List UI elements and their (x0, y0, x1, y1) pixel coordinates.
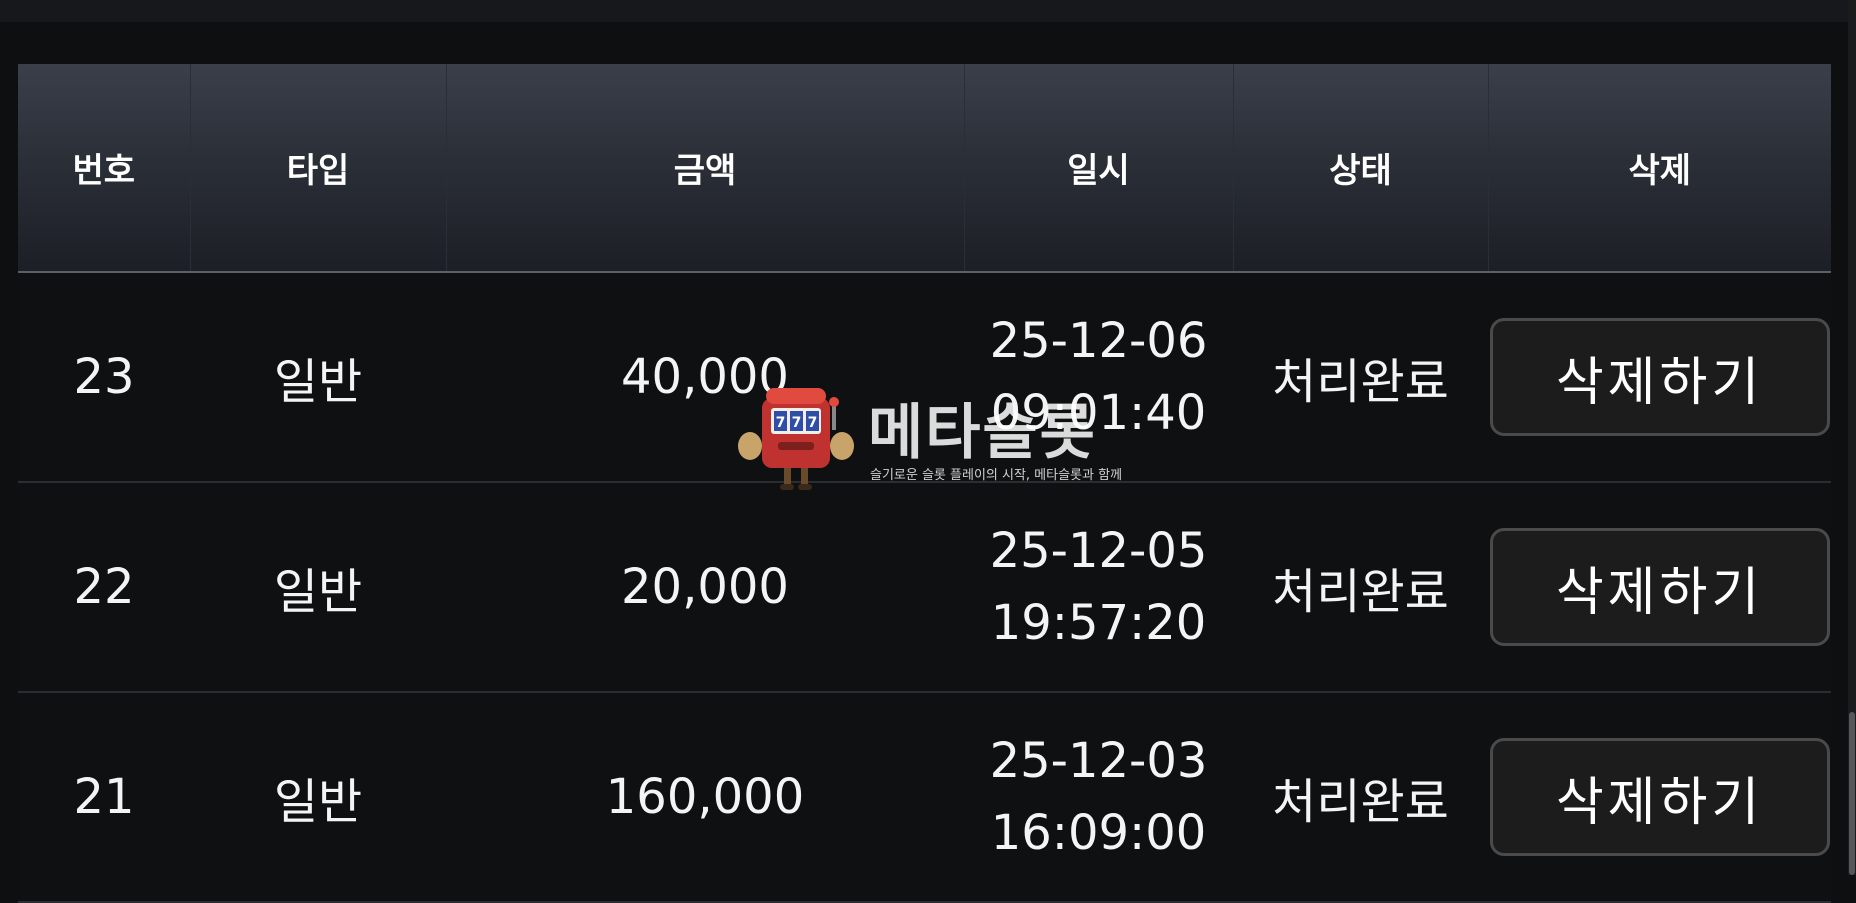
row-date: 25-12-06 (989, 313, 1208, 369)
history-table: 번호 타입 금액 일시 상태 삭제 23 일반 40,000 25-12-06 … (18, 64, 1831, 903)
row-datetime: 25-12-05 19:57:20 (964, 482, 1233, 693)
top-bar (0, 0, 1856, 22)
row-amount: 40,000 (446, 272, 964, 483)
table-row: 22 일반 20,000 25-12-05 19:57:20 처리완료 삭제하기 (18, 482, 1831, 693)
row-type: 일반 (190, 692, 446, 903)
row-delete-cell: 삭제하기 (1488, 272, 1831, 483)
delete-button[interactable]: 삭제하기 (1489, 318, 1830, 436)
row-delete-cell: 삭제하기 (1488, 692, 1831, 903)
row-datetime: 25-12-03 16:09:00 (964, 692, 1233, 903)
row-status: 처리완료 (1233, 482, 1488, 693)
row-date: 25-12-03 (989, 733, 1208, 789)
row-amount: 20,000 (446, 482, 964, 693)
table-header-row: 번호 타입 금액 일시 상태 삭제 (18, 64, 1831, 273)
header-number: 번호 (18, 64, 191, 273)
row-number: 22 (18, 482, 190, 693)
delete-button[interactable]: 삭제하기 (1489, 738, 1830, 856)
row-delete-cell: 삭제하기 (1488, 482, 1831, 693)
header-type: 타입 (190, 64, 447, 273)
scrollbar-thumb[interactable] (1849, 712, 1855, 875)
row-status: 처리완료 (1233, 692, 1488, 903)
row-amount: 160,000 (446, 692, 964, 903)
row-type: 일반 (190, 482, 446, 693)
row-time: 09:01:40 (990, 385, 1207, 441)
history-table-container: 번호 타입 금액 일시 상태 삭제 23 일반 40,000 25-12-06 … (18, 64, 1831, 903)
row-type: 일반 (190, 272, 446, 483)
header-delete: 삭제 (1488, 64, 1831, 273)
row-status: 처리완료 (1233, 272, 1488, 483)
row-time: 16:09:00 (990, 805, 1207, 861)
vertical-scrollbar[interactable] (1848, 0, 1856, 875)
header-status: 상태 (1233, 64, 1489, 273)
row-time: 19:57:20 (990, 595, 1207, 651)
row-number: 23 (18, 272, 190, 483)
header-datetime: 일시 (964, 64, 1234, 273)
table-row: 21 일반 160,000 25-12-03 16:09:00 처리완료 삭제하… (18, 692, 1831, 903)
header-amount: 금액 (446, 64, 965, 273)
row-number: 21 (18, 692, 190, 903)
row-datetime: 25-12-06 09:01:40 (964, 272, 1233, 483)
delete-button[interactable]: 삭제하기 (1489, 528, 1830, 646)
table-row: 23 일반 40,000 25-12-06 09:01:40 처리완료 삭제하기 (18, 272, 1831, 483)
row-date: 25-12-05 (989, 523, 1208, 579)
